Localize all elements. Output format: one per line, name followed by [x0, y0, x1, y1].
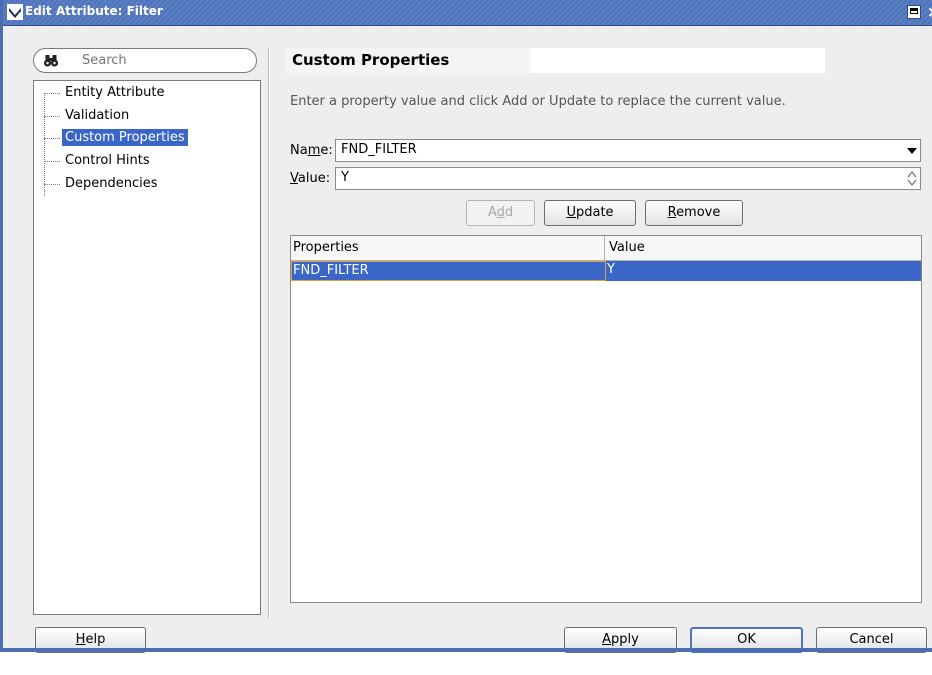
nav-item-validation[interactable]: Validation [44, 106, 244, 126]
button-label-part: emove [676, 205, 721, 220]
instructions-text: Enter a property value and click Add or … [290, 94, 786, 109]
button-label-part: A [487, 205, 497, 220]
nav-item-control-hints[interactable]: Control Hints [44, 151, 244, 171]
nav-item-label: Validation [65, 108, 130, 123]
button-label-mnemonic: H [75, 632, 86, 647]
binoculars-icon [43, 55, 59, 67]
nav-item-label: Entity Attribute [65, 85, 165, 100]
remove-button[interactable]: Remove [645, 200, 743, 226]
button-label-part: pdate [575, 205, 614, 220]
nav-item-label: Control Hints [65, 153, 150, 168]
dropdown-arrow-icon[interactable] [906, 142, 918, 158]
edit-attribute-dialog: Edit Attribute: Filter × Entity Attribut… [0, 0, 932, 653]
add-button[interactable]: Add [466, 200, 535, 226]
table-cell-value[interactable]: Y [606, 261, 921, 281]
tree-branch [44, 93, 60, 94]
update-button[interactable]: Update [544, 200, 636, 226]
title-bar[interactable]: Edit Attribute: Filter × [3, 0, 932, 26]
value-label: Value: [290, 171, 330, 186]
chevron-down-icon[interactable] [7, 4, 23, 20]
tree-branch [44, 138, 60, 139]
value-value: Y [341, 170, 349, 185]
name-label-part: e: [320, 143, 333, 158]
nav-item-custom-properties[interactable]: Custom Properties [44, 128, 244, 148]
column-header-value[interactable]: Value [607, 236, 921, 260]
name-label: Name: [290, 143, 333, 158]
value-label-part: alue: [297, 171, 331, 186]
search-box[interactable] [33, 48, 257, 73]
button-label-mnemonic: A [602, 632, 612, 647]
search-input[interactable] [82, 53, 242, 68]
button-label-mnemonic: U [566, 205, 576, 220]
nav-item-dependencies[interactable]: Dependencies [44, 174, 244, 194]
button-label-mnemonic: d [496, 205, 505, 220]
maximize-icon[interactable] [907, 5, 921, 19]
nav-item-entity-attribute[interactable]: Entity Attribute [44, 83, 244, 103]
button-label-part: pply [611, 632, 639, 647]
dialog-bottom-border [3, 648, 932, 652]
section-header: Custom Properties [285, 48, 825, 73]
window-title: Edit Attribute: Filter [25, 4, 163, 18]
name-value: FND_FILTER [341, 142, 417, 157]
spinner-icon[interactable] [906, 169, 918, 188]
name-combobox[interactable]: FND_FILTER [335, 139, 921, 162]
button-label-mnemonic: R [667, 205, 677, 220]
properties-table[interactable]: Properties Value FND_FILTER Y [290, 235, 922, 603]
navigation-tree: Entity Attribute Validation Custom Prope… [33, 80, 261, 615]
name-label-mnemonic: m [307, 143, 321, 158]
tree-branch [44, 116, 60, 117]
name-label-part: Na [290, 143, 308, 158]
page-title: Custom Properties [292, 51, 450, 69]
column-header-properties[interactable]: Properties [291, 236, 605, 260]
panel-splitter[interactable] [268, 48, 270, 618]
value-label-mnemonic: V [290, 171, 298, 186]
close-icon[interactable]: × [927, 3, 932, 21]
table-cell-property[interactable]: FND_FILTER [291, 261, 606, 281]
button-label-part: d [504, 205, 514, 220]
tree-branch [44, 161, 60, 162]
table-row[interactable]: FND_FILTER Y [291, 261, 921, 281]
nav-item-label: Dependencies [65, 176, 158, 191]
table-header: Properties Value [291, 236, 921, 261]
button-label-part: elp [85, 632, 106, 647]
nav-item-label: Custom Properties [62, 129, 188, 146]
value-field[interactable]: Y [335, 167, 921, 190]
tree-branch [44, 184, 60, 185]
